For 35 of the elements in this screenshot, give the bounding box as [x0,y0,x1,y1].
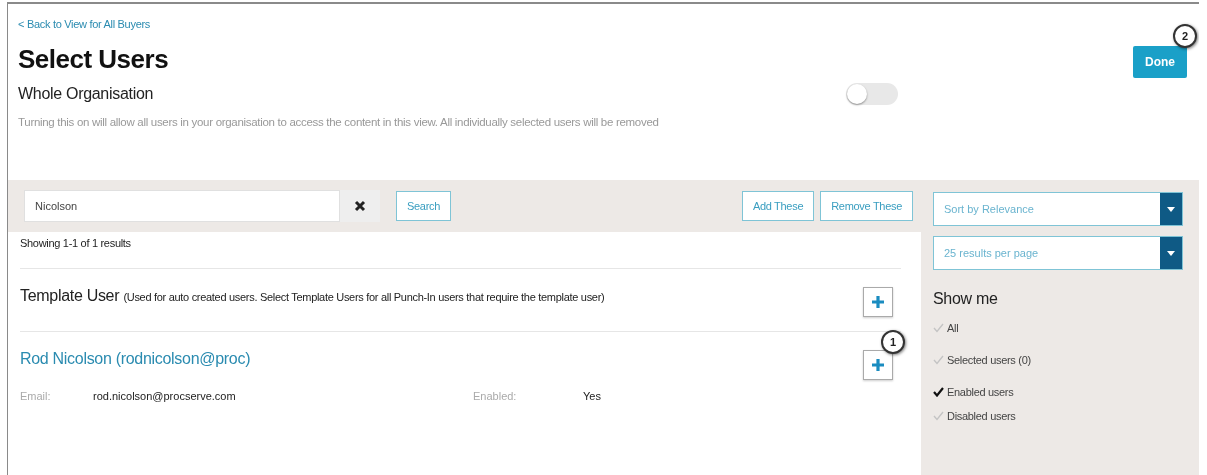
filter-option[interactable]: Enabled users [933,380,1183,404]
caret-icon [1167,250,1175,256]
add-user-button[interactable] [863,287,893,317]
toggle-description: Turning this on will allow all users in your organisation to access the content in this view. All individually selected users will be removed [18,115,660,130]
add-user-button[interactable] [863,350,893,380]
callout-number: 1 [881,330,905,354]
result-count: Showing 1-1 of 1 results [19,236,132,251]
dropdown[interactable]: 25 results per page [933,236,1183,270]
field-label: Enabled: [473,390,518,402]
search-field[interactable]: Nicolson [24,190,340,222]
field-label: Email: [20,390,52,402]
page-title: Select Users [18,44,169,75]
filter-option[interactable]: All [933,316,1183,348]
field-value: rod.nicolson@procserve.com [93,390,237,402]
clear-button[interactable] [340,190,380,222]
caret-icon [1167,206,1175,212]
template-user-note: (Used for auto created users. Select Template Users for all Punch-In users that require the template user) [123,291,605,303]
search-button[interactable]: Search [396,191,452,221]
toggle-label: Whole Organisation [18,85,154,103]
dropdown[interactable]: Sort by Relevance [933,192,1183,226]
callout-number: 2 [1173,24,1197,48]
done-button[interactable]: Done [1133,46,1187,78]
user-name-link[interactable]: Rod Nicolson (rodnicolson@proc) [20,350,251,367]
field-value: Yes [583,390,602,402]
close-icon [354,200,366,212]
toggle-switch[interactable] [846,83,898,105]
plus-icon [871,295,885,309]
filter-option[interactable]: Disabled users [933,404,1183,428]
template-user-name: Template User [20,287,120,304]
plus-icon [871,358,885,372]
filter-option[interactable]: Selected users (0) [933,348,1183,380]
remove-button[interactable]: Remove These [820,191,913,221]
back-link[interactable]: < Back to View for All Buyers [18,18,151,30]
filter-heading: Show me [933,290,999,308]
add-button[interactable]: Add These [741,191,815,221]
